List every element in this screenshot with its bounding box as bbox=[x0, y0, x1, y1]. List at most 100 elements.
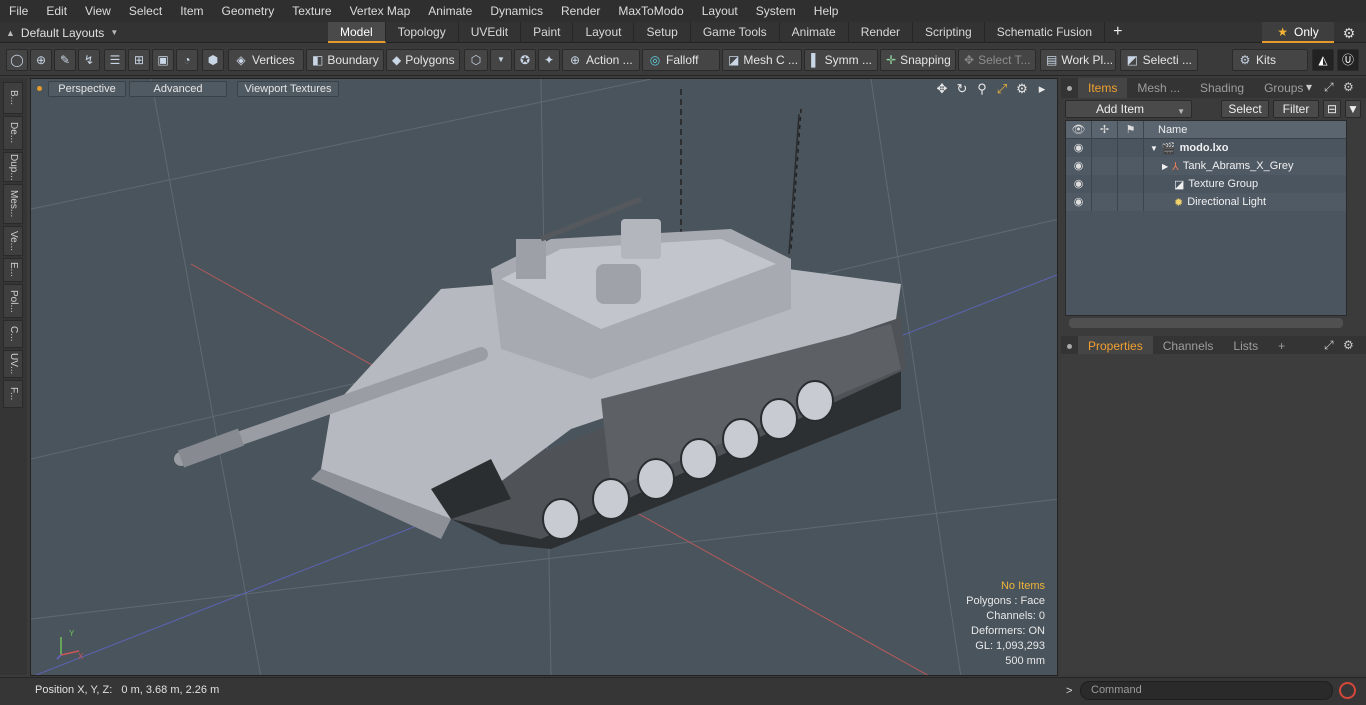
filter-button[interactable]: Filter bbox=[1273, 100, 1319, 118]
filter-funnel-button[interactable]: ▼ bbox=[1345, 100, 1361, 118]
vtab-edge[interactable]: E... bbox=[3, 258, 23, 282]
select-circle-button[interactable]: ◯ bbox=[6, 49, 28, 71]
material-dropdown[interactable]: ▼ bbox=[490, 49, 512, 71]
shading-mode-button[interactable]: Advanced bbox=[129, 81, 227, 97]
timer-button[interactable]: ◔ bbox=[176, 49, 198, 71]
tab-items[interactable]: Items bbox=[1078, 78, 1128, 98]
eye-icon[interactable]: ◉ bbox=[1066, 175, 1092, 193]
add-item-button[interactable]: Add Item ▼ bbox=[1065, 100, 1192, 118]
snapping-button[interactable]: ✛ Snapping bbox=[880, 49, 956, 71]
visibility-column-icon[interactable]: 👁 bbox=[1066, 121, 1092, 139]
polygons-button[interactable]: ◆ Polygons bbox=[386, 49, 460, 71]
tab-setup[interactable]: Setup bbox=[634, 22, 691, 43]
tree-row-scene[interactable]: ◉ ▼ 🎬 modo.lxo bbox=[1066, 139, 1346, 157]
zoom-icon[interactable]: ⚲ bbox=[975, 81, 989, 97]
eye-icon[interactable]: ◉ bbox=[1066, 157, 1092, 175]
tab-paint[interactable]: Paint bbox=[521, 22, 574, 43]
select-button[interactable]: Select bbox=[1221, 100, 1269, 118]
unity-button[interactable]: ◭ bbox=[1312, 49, 1334, 71]
lasso-button[interactable]: ↯ bbox=[78, 49, 100, 71]
menu-render[interactable]: Render bbox=[552, 0, 609, 22]
select-sphere-button[interactable]: ⊕ bbox=[30, 49, 52, 71]
fit-view-icon[interactable]: ⤢ bbox=[995, 81, 1009, 97]
menu-vertex-map[interactable]: Vertex Map bbox=[341, 0, 420, 22]
tab-groups[interactable]: Groups bbox=[1254, 78, 1313, 98]
menu-edit[interactable]: Edit bbox=[37, 0, 76, 22]
work-plane-button[interactable]: ▤ Work Pl... bbox=[1040, 49, 1116, 71]
tab-topology[interactable]: Topology bbox=[386, 22, 459, 43]
expand-arrow-icon[interactable]: ▶ bbox=[1162, 162, 1168, 171]
falloff-button[interactable]: ◎ Falloff bbox=[642, 49, 720, 71]
tree-row-light[interactable]: ◉ ✹ Directional Light bbox=[1066, 193, 1346, 211]
only-toggle[interactable]: ★ Only bbox=[1262, 22, 1334, 43]
symmetry-view-button[interactable]: ✪ bbox=[514, 49, 536, 71]
auto-select-button[interactable]: ✦ bbox=[538, 49, 560, 71]
element-button[interactable]: ▣ bbox=[152, 49, 174, 71]
menu-select[interactable]: Select bbox=[120, 0, 171, 22]
tab-render[interactable]: Render bbox=[849, 22, 914, 43]
center-button[interactable]: ⊞ bbox=[128, 49, 150, 71]
chevron-right-icon[interactable]: ▸ bbox=[1035, 81, 1049, 97]
menu-view[interactable]: View bbox=[76, 0, 120, 22]
tab-game-tools[interactable]: Game Tools bbox=[691, 22, 780, 43]
action-center-button[interactable]: ⊕ Action ... bbox=[562, 49, 640, 71]
3d-viewport[interactable]: Perspective Advanced Viewport Textures ✥… bbox=[30, 78, 1058, 676]
kits-button[interactable]: ⚙ Kits bbox=[1232, 49, 1308, 71]
symmetry-button[interactable]: ▌ Symm ... bbox=[804, 49, 878, 71]
tree-scrollbar[interactable] bbox=[1069, 318, 1343, 328]
gear-icon[interactable]: ⚙ bbox=[1343, 80, 1354, 94]
gear-icon[interactable]: ⚙ bbox=[1340, 24, 1358, 42]
menu-dynamics[interactable]: Dynamics bbox=[481, 0, 552, 22]
menu-item[interactable]: Item bbox=[171, 0, 212, 22]
material-mode-button[interactable]: ⬡ bbox=[464, 49, 488, 71]
mesh-constraint-button[interactable]: ◪ Mesh C ... bbox=[722, 49, 802, 71]
vtab-basic[interactable]: B... bbox=[3, 82, 23, 114]
menu-help[interactable]: Help bbox=[805, 0, 848, 22]
tab-lists[interactable]: Lists bbox=[1223, 336, 1268, 356]
tree-row-texture-group[interactable]: ◉ ◪ Texture Group bbox=[1066, 175, 1346, 193]
tree-row-tank[interactable]: ◉ ▶ ⅄ Tank_Abrams_X_Grey bbox=[1066, 157, 1346, 175]
menu-system[interactable]: System bbox=[747, 0, 805, 22]
expand-icon[interactable]: ⤢ bbox=[1324, 338, 1334, 353]
eye-icon[interactable]: ◉ bbox=[1066, 193, 1092, 211]
tab-animate[interactable]: Animate bbox=[780, 22, 849, 43]
align-button[interactable]: ☰ bbox=[104, 49, 126, 71]
gear-icon[interactable]: ⚙ bbox=[1343, 338, 1354, 352]
vtab-polygon[interactable]: Pol... bbox=[3, 284, 23, 318]
chevron-down-icon[interactable]: ▾ bbox=[1306, 80, 1312, 94]
menu-file[interactable]: File bbox=[0, 0, 37, 22]
vtab-deform[interactable]: De... bbox=[3, 116, 23, 150]
layout-selector[interactable]: ▲ Default Layouts ▼ bbox=[6, 22, 118, 43]
vtab-uv[interactable]: UV... bbox=[3, 350, 23, 378]
command-input[interactable]: Command bbox=[1080, 681, 1333, 700]
tab-layout[interactable]: Layout bbox=[573, 22, 635, 43]
menu-layout[interactable]: Layout bbox=[693, 0, 747, 22]
vtab-mesh-edit[interactable]: Mes... bbox=[3, 184, 23, 224]
items-mode-button[interactable]: ⬢ bbox=[202, 49, 224, 71]
vtab-vertex[interactable]: Ve... bbox=[3, 226, 23, 256]
pen-tool-button[interactable]: ✎ bbox=[54, 49, 76, 71]
add-panel-tab-button[interactable]: + bbox=[1268, 336, 1295, 356]
render-column-icon[interactable]: ⚑ bbox=[1118, 121, 1144, 139]
menu-geometry[interactable]: Geometry bbox=[213, 0, 284, 22]
add-tab-button[interactable]: + bbox=[1105, 22, 1130, 43]
tab-mesh[interactable]: Mesh ... bbox=[1127, 78, 1190, 98]
unreal-button[interactable]: Ⓤ bbox=[1337, 49, 1359, 71]
vertices-button[interactable]: ◈ Vertices bbox=[228, 49, 304, 71]
eye-icon[interactable]: ◉ bbox=[1066, 139, 1092, 157]
gear-icon[interactable]: ⚙ bbox=[1015, 81, 1029, 97]
viewport-textures-button[interactable]: Viewport Textures bbox=[237, 81, 339, 97]
vtab-curve[interactable]: C... bbox=[3, 320, 23, 348]
tab-shading[interactable]: Shading bbox=[1190, 78, 1254, 98]
name-column-header[interactable]: Name bbox=[1144, 124, 1187, 136]
lock-column-icon[interactable]: ✢ bbox=[1092, 121, 1118, 139]
menu-animate[interactable]: Animate bbox=[419, 0, 481, 22]
tab-channels[interactable]: Channels bbox=[1153, 336, 1224, 356]
tab-uvedit[interactable]: UVEdit bbox=[459, 22, 522, 43]
perspective-button[interactable]: Perspective bbox=[48, 81, 126, 97]
vtab-duplicate[interactable]: Dup... bbox=[3, 152, 23, 182]
record-macro-icon[interactable] bbox=[1339, 682, 1356, 699]
move-view-icon[interactable]: ✥ bbox=[935, 81, 949, 97]
tab-model[interactable]: Model bbox=[328, 22, 386, 43]
rotate-view-icon[interactable]: ↻ bbox=[955, 81, 969, 97]
